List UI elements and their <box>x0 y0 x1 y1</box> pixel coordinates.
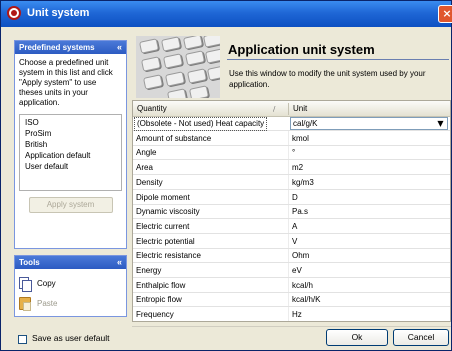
paste-label: Paste <box>37 298 58 308</box>
unit-cell[interactable]: kg/m3 <box>292 176 314 190</box>
title-bar[interactable]: Unit system × <box>1 1 452 27</box>
list-item[interactable]: ProSim <box>25 128 116 139</box>
unit-system-window: Unit system × Predefined systems « Choos… <box>0 0 452 351</box>
quantity-cell: Enthalpic flow <box>136 280 186 290</box>
table-row[interactable]: Enthalpic flow kcal/h <box>133 279 450 293</box>
quantity-cell: Electric current <box>136 221 190 231</box>
save-as-user-default-label: Save as user default <box>32 333 110 343</box>
tools-title: Tools <box>19 258 40 267</box>
list-item[interactable]: User default <box>25 161 116 172</box>
grid-header: Quantity / Unit <box>133 101 450 117</box>
unit-select[interactable]: cal/g/K ▼ <box>290 117 448 130</box>
unit-cell[interactable]: V <box>292 235 297 249</box>
paste-action[interactable]: Paste <box>15 293 126 313</box>
apply-system-button[interactable]: Apply system <box>28 197 113 213</box>
table-row[interactable]: Entropic flow kcal/h/K <box>133 293 450 308</box>
table-row[interactable]: Electric potential V <box>133 235 450 249</box>
column-header-unit[interactable]: Unit <box>289 101 449 117</box>
cancel-button[interactable]: Cancel <box>393 329 449 346</box>
quantity-cell: Energy <box>136 266 162 275</box>
unit-cell[interactable]: Ohm <box>292 249 309 263</box>
list-item[interactable]: ISO <box>25 117 116 128</box>
divider <box>227 59 449 60</box>
unit-cell[interactable]: A <box>292 220 297 234</box>
table-row[interactable]: Amount of substance kmol <box>133 132 450 146</box>
list-item[interactable]: British <box>25 139 116 150</box>
quantity-cell: Density <box>136 177 163 187</box>
table-row[interactable]: Electric resistance Ohm <box>133 249 450 264</box>
collapse-icon[interactable]: « <box>117 256 122 269</box>
unit-cell[interactable]: kmol <box>292 132 309 146</box>
sort-icon: / <box>273 105 276 113</box>
copy-label: Copy <box>37 278 56 288</box>
quantity-cell: Entropic flow <box>136 295 182 305</box>
table-row[interactable]: Dipole moment D <box>133 191 450 205</box>
tools-panel: Tools « Copy Paste <box>14 255 127 317</box>
units-grid: Quantity / Unit (Obsolete - Not used) He… <box>132 100 451 322</box>
save-as-user-default-checkbox[interactable] <box>18 335 27 344</box>
table-row[interactable]: (Obsolete - Not used) Heat capacity cal/g… <box>133 117 450 131</box>
page-subtitle: Use this window to modify the unit syste… <box>229 69 426 89</box>
page-title: Application unit system <box>228 42 375 57</box>
quantity-cell: (Obsolete - Not used) Heat capacity <box>134 117 268 131</box>
close-button[interactable]: × <box>438 5 452 23</box>
ok-button[interactable]: Ok <box>326 329 388 346</box>
quantity-cell: Frequency <box>136 310 174 320</box>
table-row[interactable]: Energy eV <box>133 264 450 278</box>
app-icon <box>7 6 21 20</box>
calculator-keypad-image <box>136 36 220 98</box>
unit-cell[interactable]: Hz <box>292 308 302 321</box>
unit-cell[interactable]: Pa.s <box>292 205 308 219</box>
copy-action[interactable]: Copy <box>15 273 126 293</box>
quantity-cell: Electric potential <box>136 236 195 246</box>
list-item[interactable]: Application default <box>25 150 116 161</box>
unit-cell[interactable]: kcal/h <box>292 279 313 293</box>
quantity-cell: Angle <box>136 148 157 158</box>
unit-cell[interactable]: D <box>292 191 298 205</box>
unit-cell[interactable]: eV <box>292 264 302 278</box>
predefined-systems-header[interactable]: Predefined systems « <box>15 41 126 54</box>
predefined-description: Choose a predefined unit system in this … <box>19 58 113 107</box>
table-row[interactable]: Dynamic viscosity Pa.s <box>133 205 450 220</box>
table-row[interactable]: Area m2 <box>133 161 450 176</box>
dropdown-arrow-icon[interactable]: ▼ <box>435 119 446 128</box>
copy-icon <box>19 276 32 292</box>
window-title: Unit system <box>27 7 90 19</box>
predefined-systems-title: Predefined systems <box>19 43 95 52</box>
table-row[interactable]: Density kg/m3 <box>133 176 450 190</box>
unit-cell[interactable]: ° <box>292 146 295 160</box>
tools-header[interactable]: Tools « <box>15 256 126 269</box>
quantity-cell: Electric resistance <box>136 251 201 261</box>
quantity-cell: Amount of substance <box>136 133 212 143</box>
systems-list[interactable]: ISO ProSim British Application default User … <box>19 114 122 191</box>
collapse-icon[interactable]: « <box>117 41 122 54</box>
unit-cell[interactable]: m2 <box>292 161 303 175</box>
quantity-cell: Dynamic viscosity <box>136 207 200 217</box>
table-row[interactable]: Frequency Hz <box>133 308 450 321</box>
table-row[interactable]: Angle ° <box>133 146 450 161</box>
column-header-quantity[interactable]: Quantity <box>133 101 288 117</box>
unit-cell[interactable]: kcal/h/K <box>292 293 320 307</box>
unit-select-value: cal/g/K <box>293 119 318 128</box>
paste-icon <box>19 296 31 311</box>
quantity-cell: Area <box>136 163 153 173</box>
table-row[interactable]: Electric current A <box>133 220 450 234</box>
predefined-systems-panel: Predefined systems « Choose a predefined… <box>14 40 127 249</box>
quantity-cell: Dipole moment <box>136 192 190 202</box>
